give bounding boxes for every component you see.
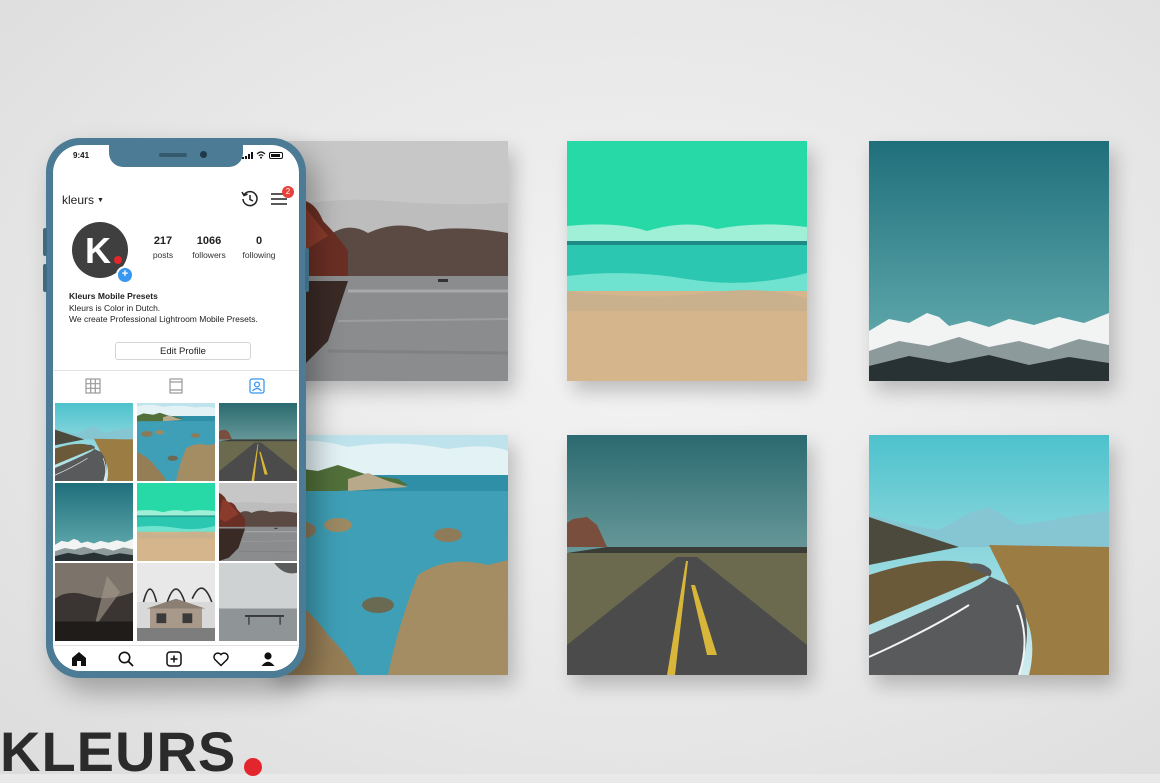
stat-number: 1066 <box>196 235 222 247</box>
username-label: kleurs <box>62 193 95 207</box>
edit-profile-button[interactable]: Edit Profile <box>115 342 251 360</box>
stat-following[interactable]: 0 following <box>231 235 287 260</box>
speaker-grill <box>159 153 187 157</box>
phone-screen: 9:41 kleurs ▼ 2 K + 217 posts 1066 follo… <box>53 145 299 671</box>
road-straight-photo[interactable] <box>567 435 807 675</box>
home-icon[interactable] <box>70 650 88 668</box>
profile-top-bar: kleurs ▼ 2 <box>53 185 299 211</box>
stat-label: following <box>242 250 276 260</box>
post-grid <box>54 403 298 643</box>
signal-icon <box>242 151 253 159</box>
brand-logo: KLEURS <box>0 720 237 783</box>
tagged-icon[interactable] <box>248 377 266 395</box>
post-thumbnail[interactable] <box>218 483 298 561</box>
brand-logo-dot <box>244 758 262 776</box>
account-switcher[interactable]: kleurs ▼ <box>62 193 104 207</box>
beach-photo[interactable] <box>567 141 807 381</box>
profile-tabs <box>53 370 299 401</box>
chevron-down-icon: ▼ <box>97 197 104 204</box>
post-thumbnail[interactable] <box>54 403 134 481</box>
road-curve-photo[interactable] <box>869 435 1109 675</box>
stat-number: 0 <box>255 235 263 247</box>
search-icon[interactable] <box>117 650 135 668</box>
heart-icon[interactable] <box>212 650 230 668</box>
bio-line: We create Professional Lightroom Mobile … <box>69 314 258 324</box>
grid-icon[interactable] <box>84 377 102 395</box>
phone-volume-button <box>43 264 47 292</box>
post-thumbnail[interactable] <box>218 563 298 641</box>
post-thumbnail[interactable] <box>218 403 298 481</box>
add-post-icon[interactable] <box>165 650 183 668</box>
phone-power-button <box>305 248 309 292</box>
status-time: 9:41 <box>73 151 90 160</box>
post-thumbnail[interactable] <box>54 483 134 561</box>
mountains-photo[interactable] <box>869 141 1109 381</box>
profile-bio: Kleurs Mobile Presets Kleurs is Color in… <box>69 291 258 326</box>
bottom-navigation <box>53 645 299 671</box>
profile-name: Kleurs Mobile Presets <box>69 291 158 301</box>
avatar-letter: K <box>85 230 111 271</box>
add-story-icon[interactable]: + <box>116 266 134 284</box>
post-thumbnail[interactable] <box>54 563 134 641</box>
stat-label: followers <box>192 250 226 260</box>
stat-followers[interactable]: 1066 followers <box>181 235 237 260</box>
wifi-icon <box>256 151 266 159</box>
bio-line: Kleurs is Color in Dutch. <box>69 302 161 313</box>
profile-icon[interactable] <box>259 650 277 668</box>
post-thumbnail[interactable] <box>136 483 216 561</box>
notification-badge: 2 <box>282 186 294 198</box>
post-thumbnail[interactable] <box>136 403 216 481</box>
phone-notch <box>109 145 243 167</box>
history-icon[interactable] <box>240 189 260 209</box>
battery-icon <box>269 151 283 159</box>
front-camera <box>200 151 207 158</box>
phone-volume-button <box>43 228 47 256</box>
phone-mockup: 9:41 kleurs ▼ 2 K + 217 posts 1066 follo… <box>43 138 309 678</box>
post-thumbnail[interactable] <box>136 563 216 641</box>
feed-icon[interactable] <box>167 377 185 395</box>
avatar-red-dot <box>114 256 122 264</box>
